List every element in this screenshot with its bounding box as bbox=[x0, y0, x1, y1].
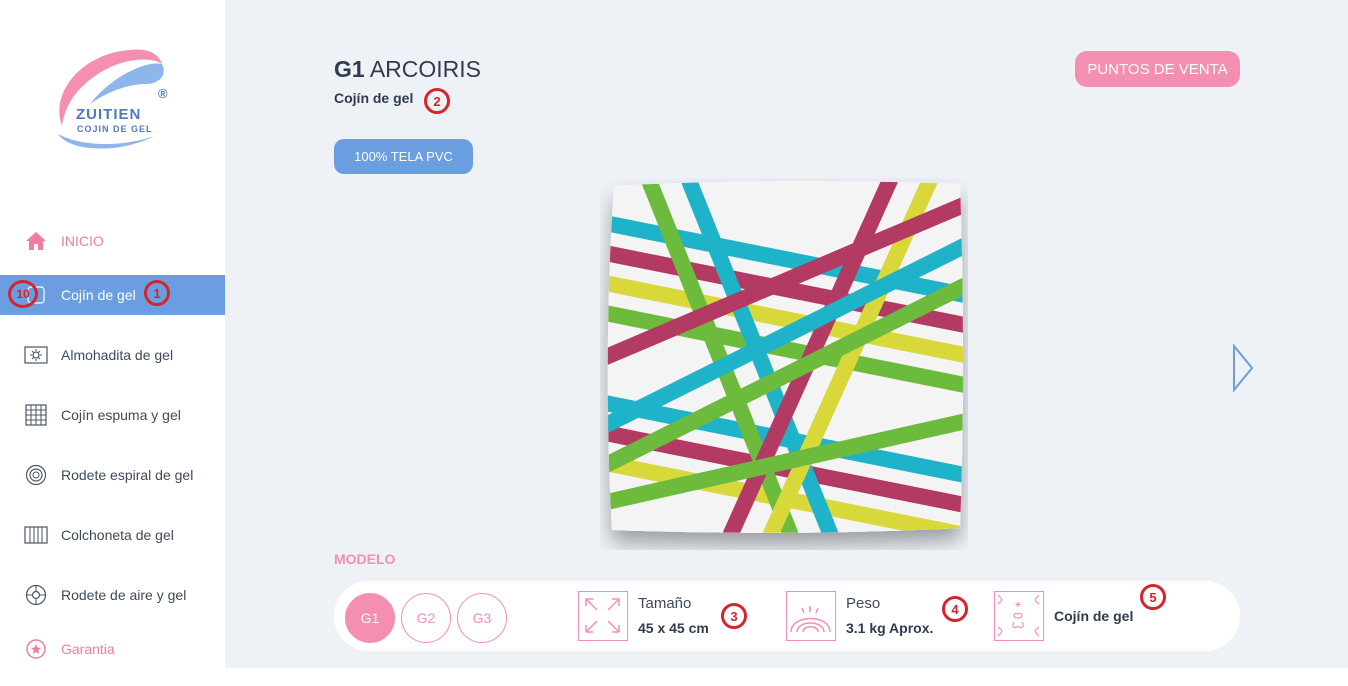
sidebar-item-rodete-espiral-de-gel[interactable]: Rodete espiral de gel bbox=[0, 455, 225, 495]
next-arrow-icon[interactable] bbox=[1226, 343, 1256, 393]
air-ring-icon bbox=[24, 583, 48, 607]
annotation-badge-3: 3 bbox=[721, 603, 747, 629]
mattress-icon bbox=[24, 523, 48, 547]
sidebar-item-label: Garantia bbox=[61, 641, 115, 657]
bottom-gutter bbox=[0, 668, 1348, 686]
annotation-badge-10: 10 bbox=[8, 280, 38, 308]
size-value: 45 x 45 cm bbox=[638, 620, 709, 636]
sidebar-item-almohadita-de-gel[interactable]: Almohadita de gel bbox=[0, 335, 225, 375]
sidebar-item-label: Rodete de aire y gel bbox=[61, 587, 187, 603]
model-option-g2[interactable]: G2 bbox=[401, 593, 451, 643]
logo-registered-mark: ® bbox=[158, 86, 168, 101]
size-label: Tamaño bbox=[638, 595, 692, 612]
product-subtitle: Cojín de gel bbox=[334, 90, 414, 106]
grid-cushion-icon bbox=[24, 403, 48, 427]
brand-logo[interactable]: ZUITIEN COJIN DE GEL ® bbox=[50, 44, 180, 152]
weight-value: 3.1 kg Aprox. bbox=[846, 620, 934, 636]
product-code: G1 bbox=[334, 56, 365, 82]
sidebar-item-rodete-de-aire-y-gel[interactable]: Rodete de aire y gel bbox=[0, 575, 225, 615]
size-icon bbox=[578, 591, 628, 641]
sidebar-item-colchoneta-de-gel[interactable]: Colchoneta de gel bbox=[0, 515, 225, 555]
spec-bar: G1 G2 G3 Tamaño 45 x 45 cm Peso 3.1 kg A… bbox=[334, 581, 1240, 651]
sidebar-item-label: Cojín espuma y gel bbox=[61, 407, 181, 423]
sidebar-item-garantia[interactable]: Garantia bbox=[0, 629, 225, 669]
model-option-g1[interactable]: G1 bbox=[345, 593, 395, 643]
annotation-badge-2: 2 bbox=[424, 88, 450, 114]
weight-icon bbox=[786, 591, 836, 641]
sidebar-item-label: Rodete espiral de gel bbox=[61, 467, 194, 483]
warranty-icon bbox=[24, 637, 48, 661]
pillow-icon bbox=[24, 343, 48, 367]
product-name: ARCOIRIS bbox=[369, 56, 481, 82]
gel-type-value: Cojín de gel bbox=[1054, 608, 1134, 624]
model-option-g3[interactable]: G3 bbox=[457, 593, 507, 643]
sidebar-item-label: Almohadita de gel bbox=[61, 347, 174, 363]
annotation-badge-5: 5 bbox=[1140, 584, 1166, 610]
annotation-badge-1: 1 bbox=[144, 280, 170, 306]
logo-tagline: COJIN DE GEL bbox=[77, 124, 153, 134]
annotation-badge-4: 4 bbox=[942, 596, 968, 622]
sidebar-item-label: INICIO bbox=[61, 233, 104, 249]
sidebar-item-cojin-espuma-y-gel[interactable]: Cojín espuma y gel bbox=[0, 395, 225, 435]
home-icon bbox=[24, 229, 48, 253]
weight-label: Peso bbox=[846, 595, 881, 612]
gel-type-icon bbox=[994, 591, 1044, 641]
puntos-de-venta-button[interactable]: PUNTOS DE VENTA bbox=[1075, 51, 1240, 87]
sidebar-item-label: Cojín de gel bbox=[61, 287, 136, 303]
material-badge: 100% TELA PVC bbox=[334, 139, 473, 174]
model-heading: MODELO bbox=[334, 551, 396, 567]
product-image bbox=[600, 178, 968, 550]
sidebar-item-inicio[interactable]: INICIO bbox=[0, 221, 225, 261]
product-title: G1 ARCOIRIS bbox=[334, 56, 481, 83]
spiral-ring-icon bbox=[24, 463, 48, 487]
logo-wordmark: ZUITIEN bbox=[76, 106, 142, 123]
sidebar: ZUITIEN COJIN DE GEL ® INICIO Cojín de g… bbox=[0, 0, 225, 668]
sidebar-item-label: Colchoneta de gel bbox=[61, 527, 174, 543]
